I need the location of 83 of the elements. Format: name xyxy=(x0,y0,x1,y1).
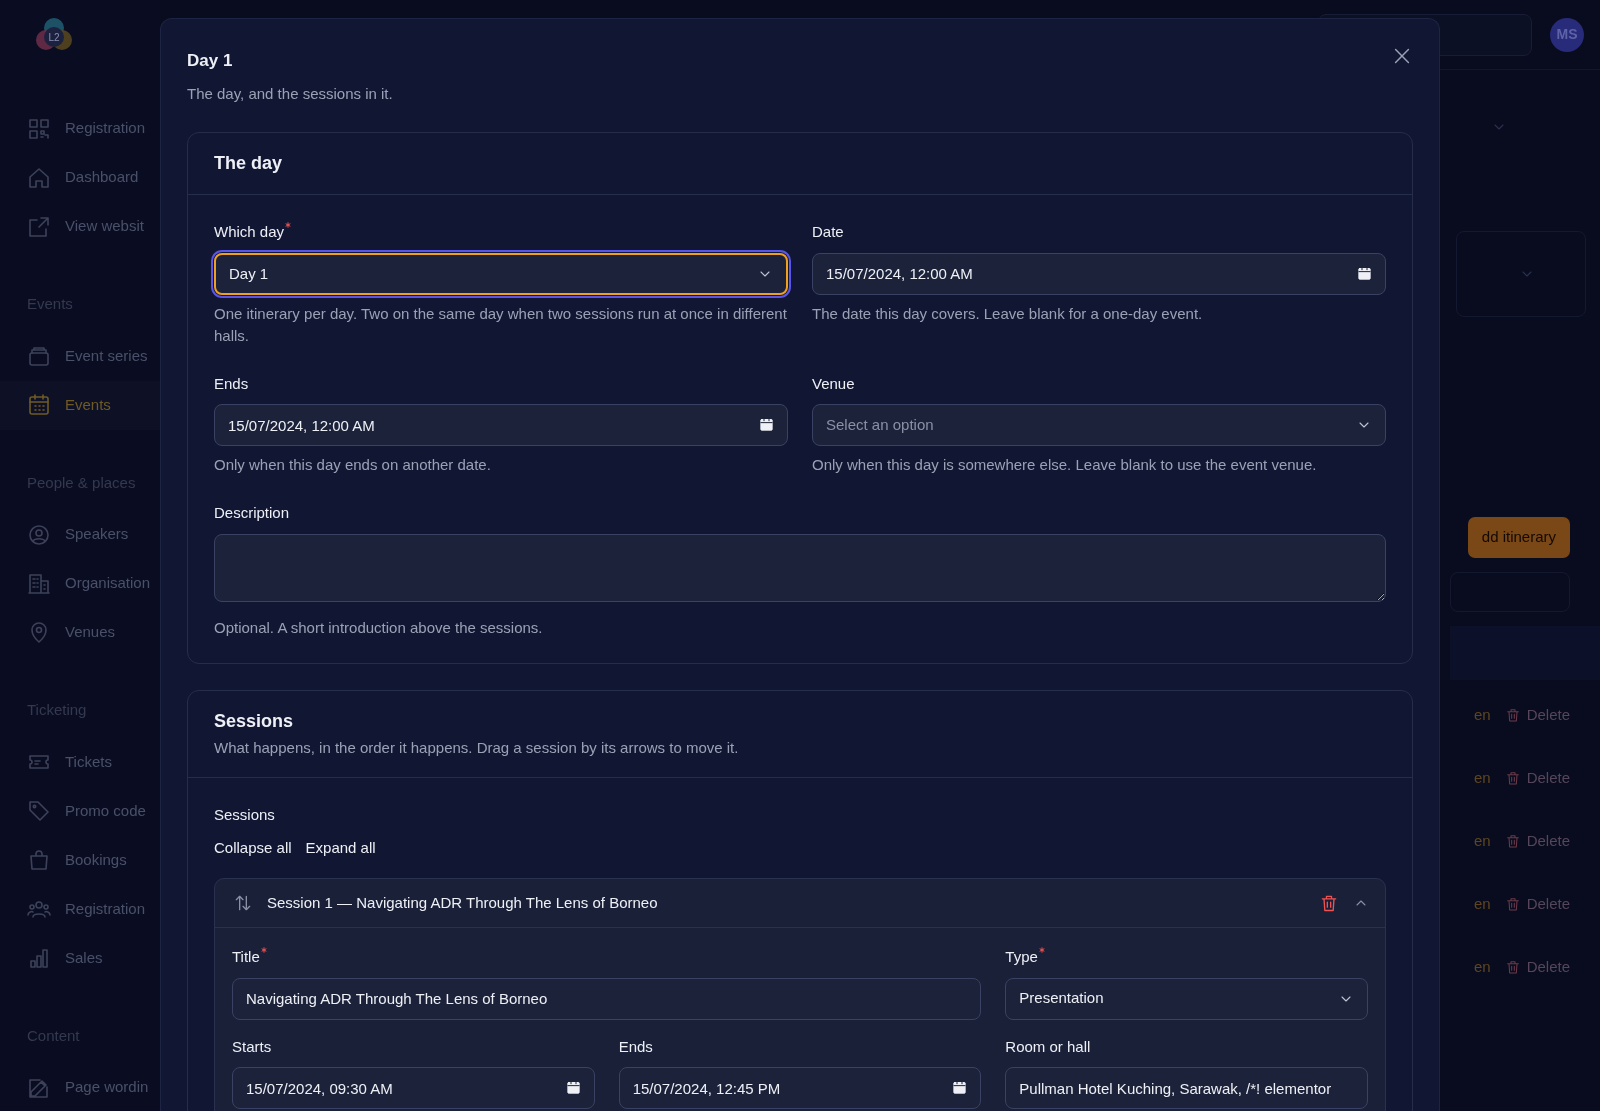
trash-icon xyxy=(1504,707,1521,723)
select-field[interactable]: Presentation xyxy=(1005,977,1368,1020)
delete-link[interactable]: Delete xyxy=(1504,703,1570,727)
help-text: Only when this day is somewhere else. Leave blank to use the event venue. xyxy=(812,455,1318,476)
required-icon xyxy=(1038,947,1045,954)
date-field[interactable]: 15/07/2024, 12:00 AM xyxy=(214,404,788,447)
select-field[interactable]: Day 1 xyxy=(214,253,788,295)
required-icon xyxy=(285,222,292,229)
bar-chart-icon xyxy=(27,946,51,970)
field-label: Venue xyxy=(812,374,855,394)
sidebar-item[interactable]: Venues xyxy=(0,608,160,657)
tag-icon xyxy=(27,799,51,823)
open-link[interactable]: en xyxy=(1473,892,1491,916)
field-label: Starts xyxy=(232,1036,272,1057)
field-label: Title xyxy=(232,947,260,968)
collapse-all-link[interactable]: Collapse all xyxy=(214,837,292,860)
sidebar-item[interactable]: Organisation xyxy=(0,559,160,608)
field-label: Description xyxy=(214,503,290,524)
field-label: Date xyxy=(812,222,844,243)
delete-link[interactable]: Delete xyxy=(1504,766,1570,790)
date-field[interactable]: 15/07/2024, 12:00 AM xyxy=(812,253,1386,295)
required-icon xyxy=(260,947,267,954)
sidebar-item[interactable]: Events xyxy=(0,380,160,430)
help-text: Optional. A short introduction above the sessions. xyxy=(214,618,544,638)
home-icon xyxy=(27,165,51,190)
date-field[interactable]: 15/07/2024, 09:30 AM xyxy=(232,1067,595,1110)
trash-icon xyxy=(1504,959,1521,975)
delete-link[interactable]: Delete xyxy=(1504,892,1570,916)
select-field[interactable] xyxy=(1456,231,1586,317)
field-label: Ends xyxy=(214,374,249,394)
field-label: Which day xyxy=(214,222,285,243)
help-text: One itinerary per day. Two on the same day when two sessions run at once in different halls. xyxy=(214,304,788,346)
list-label: Sessions xyxy=(214,804,276,825)
card-title: Sessions xyxy=(214,711,295,733)
building-icon xyxy=(27,571,51,596)
field-label: Type xyxy=(1005,947,1038,968)
help-text: The date this day covers. Leave blank for a one-day event. xyxy=(812,304,1204,324)
qr-code-icon xyxy=(27,116,51,141)
calendar-icon xyxy=(565,1080,581,1096)
calendar-icon xyxy=(759,417,774,433)
sidebar-item[interactable]: Dashboard xyxy=(0,153,160,202)
sidebar-item[interactable]: Registration xyxy=(0,104,160,153)
dialog-title: Day 1 xyxy=(187,51,233,72)
dialog-subtitle: The day, and the sessions in it. xyxy=(187,84,394,105)
card-title: The day xyxy=(214,152,284,175)
sidebar-item[interactable]: View websit xyxy=(0,202,160,251)
user-avatar[interactable]: MS xyxy=(1550,17,1584,52)
trash-icon xyxy=(1504,833,1521,849)
trash-icon[interactable] xyxy=(1319,893,1339,914)
add-itinerary-button[interactable]: dd itinerary xyxy=(1467,517,1570,558)
text-field[interactable]: Navigating ADR Through The Lens of Borneo xyxy=(232,977,982,1020)
select-field[interactable]: Select an option xyxy=(812,404,1386,447)
stack-icon xyxy=(27,344,51,368)
sidebar-item[interactable]: Speakers xyxy=(0,510,160,559)
calendar-icon xyxy=(952,1080,968,1096)
open-link[interactable]: en xyxy=(1473,955,1491,979)
sidebar-item[interactable]: Event series xyxy=(0,331,160,381)
text-field[interactable]: Pullman Hotel Kuching, Sarawak, /*! elementor xyxy=(1005,1067,1368,1110)
card-subtitle: What happens, in the order it happens. Drag a session by its arrows to move it. xyxy=(214,737,740,758)
sidebar-item[interactable]: Sales xyxy=(0,933,160,983)
sidebar-item[interactable]: Registration xyxy=(0,884,160,934)
open-link[interactable]: en xyxy=(1473,829,1491,853)
expand-all-link[interactable]: Expand all xyxy=(305,837,376,860)
session-title: Session 1 — Navigating ADR Through The Lens of Borneo xyxy=(267,892,659,913)
open-link[interactable]: en xyxy=(1473,703,1491,727)
calendar-icon xyxy=(1357,266,1372,281)
sidebar-item[interactable]: Promo code xyxy=(0,786,160,836)
trash-icon xyxy=(1504,896,1521,912)
delete-link[interactable]: Delete xyxy=(1504,829,1570,853)
sidebar-item[interactable]: Tickets xyxy=(0,737,160,787)
field-label: Ends xyxy=(618,1036,653,1057)
help-text: Only when this day ends on another date. xyxy=(214,455,492,476)
field-label: Room or hall xyxy=(1005,1036,1091,1057)
shopping-bag-icon xyxy=(27,848,51,872)
user-circle-icon xyxy=(27,522,51,547)
trash-icon xyxy=(1504,770,1521,786)
date-field[interactable]: 15/07/2024, 12:45 PM xyxy=(618,1067,982,1110)
delete-link[interactable]: Delete xyxy=(1504,955,1570,979)
external-link-icon xyxy=(27,214,51,239)
open-link[interactable]: en xyxy=(1473,766,1491,790)
sidebar-item[interactable]: Bookings xyxy=(0,835,160,885)
calendar-icon xyxy=(27,393,51,417)
sidebar-item[interactable]: Page wordin xyxy=(0,1063,160,1111)
